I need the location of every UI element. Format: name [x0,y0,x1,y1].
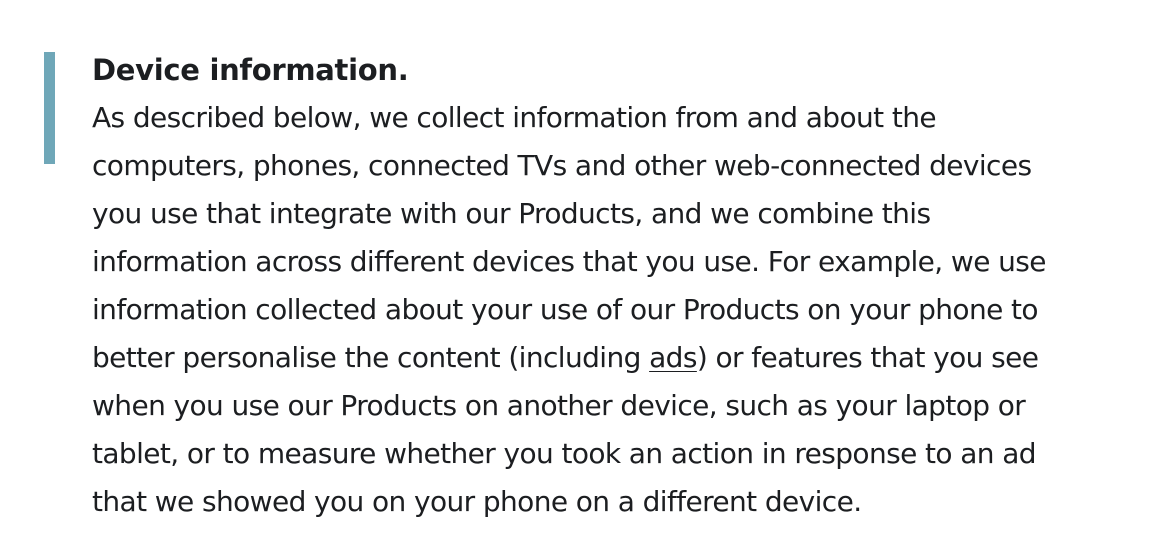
paragraph-line-4: information across different devices tha… [92,245,1046,278]
paragraph-line-1: As described below, we collect informati… [92,101,937,134]
paragraph-line-3: you use that integrate with our Products… [92,197,931,230]
paragraph-line-2: computers, phones, connected TVs and oth… [92,149,1032,182]
device-information-section: Device information. As described below, … [0,0,1160,558]
section-paragraph: As described below, we collect informati… [92,94,1132,526]
paragraph-line-5: information collected about your use of … [92,293,1039,326]
section-content: Device information. As described below, … [92,50,1132,526]
paragraph-line-6-end: ) or features that you see [696,341,1039,374]
paragraph-line-6-start: better personalise the content (includin… [92,341,650,374]
section-heading: Device information. [92,53,409,87]
ads-link[interactable]: ads [649,341,697,374]
paragraph-line-9: that we showed you on your phone on a di… [92,485,862,518]
paragraph-line-8: tablet, or to measure whether you took a… [92,437,1037,470]
paragraph-line-7: when you use our Products on another dev… [92,389,1026,422]
paragraph-line-6: better personalise the content (includin… [92,334,1132,382]
quote-accent-bar [44,52,55,164]
